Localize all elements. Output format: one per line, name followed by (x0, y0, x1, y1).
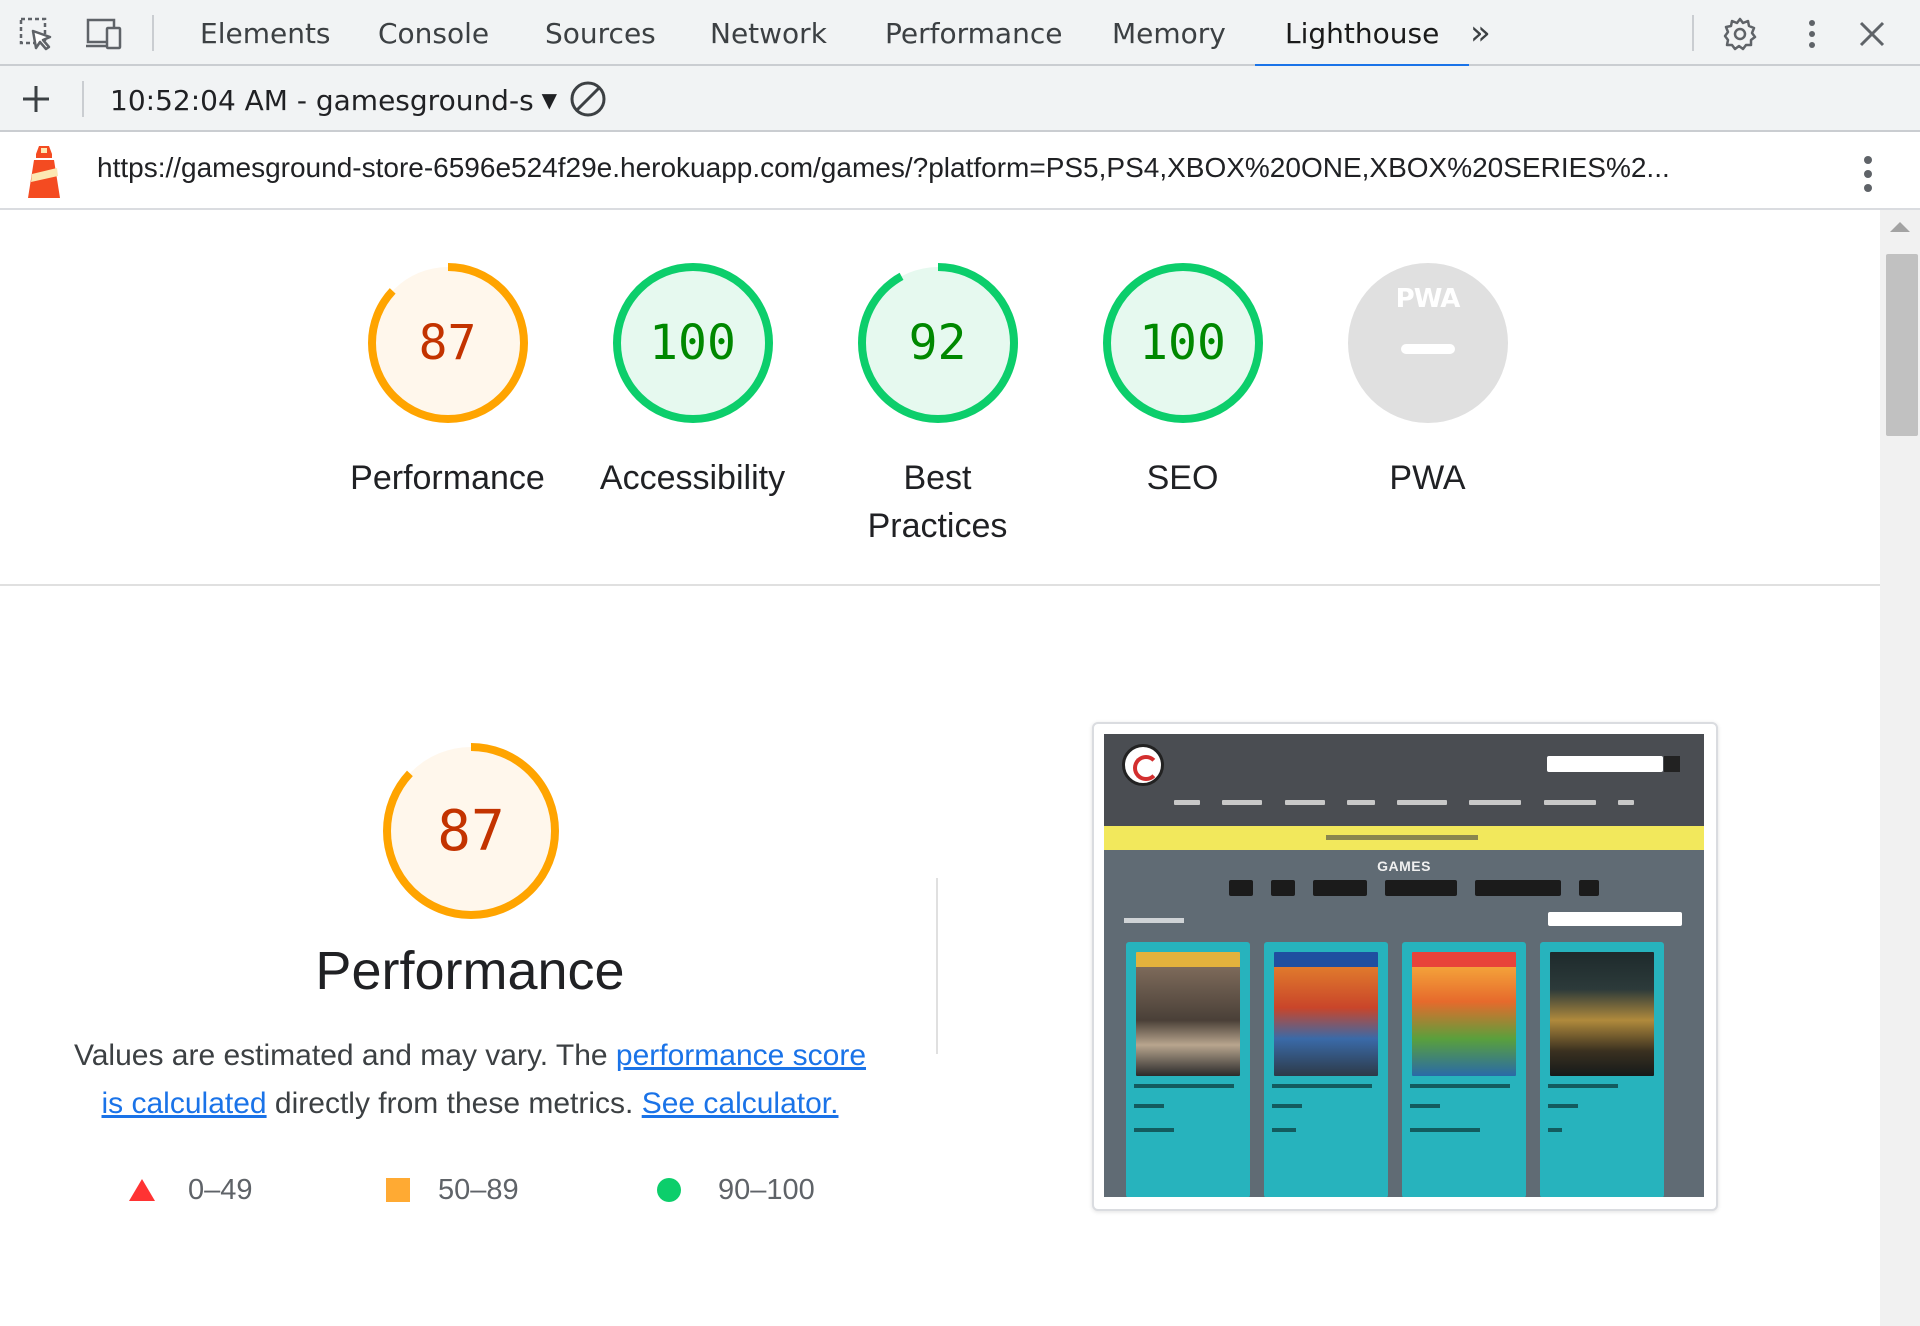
lighthouse-logo-icon (22, 144, 66, 205)
new-report-plus-icon[interactable] (16, 79, 56, 119)
screenshot-delivery-banner (1104, 826, 1704, 850)
triangle-fail-icon (129, 1179, 155, 1201)
gauge-label-line: Practices (867, 507, 1008, 545)
toolbar-separator (1692, 15, 1694, 51)
legend-average: 50–89 (386, 1170, 519, 1210)
settings-gear-icon[interactable] (1720, 14, 1760, 54)
legend-pass: 90–100 (656, 1170, 815, 1210)
screenshot-nav (1174, 800, 1634, 805)
screenshot-site-header (1104, 734, 1704, 826)
screenshot-product-card (1264, 942, 1388, 1197)
audited-url: https://gamesground-store-6596e524f29e.h… (97, 152, 1670, 183)
scrollbar-thumb[interactable] (1886, 254, 1918, 436)
device-toolbar-icon[interactable] (84, 14, 124, 54)
chevron-down-icon: ▼ (541, 88, 558, 112)
screenshot-games-heading: GAMES (1377, 858, 1431, 874)
screenshot-sort-select (1548, 912, 1682, 926)
gauge-label: SEO (1146, 459, 1219, 497)
url-options-icon[interactable] (1862, 154, 1874, 199)
circle-pass-icon (657, 1178, 681, 1202)
search-icon (1664, 756, 1680, 772)
gauge-performance[interactable]: 87 Performance (325, 258, 570, 502)
gauge-score: 100 (649, 315, 736, 371)
see-calculator-link[interactable]: See calculator. (642, 1087, 839, 1120)
legend-range: 0–49 (188, 1173, 253, 1206)
tab-console[interactable]: Console (378, 0, 489, 66)
scroll-up-arrow-icon[interactable] (1890, 222, 1910, 232)
page-screenshot-image: GAMES (1104, 734, 1704, 1197)
devtools-tab-bar: Elements Console Sources Network Perform… (0, 0, 1920, 68)
tab-elements[interactable]: Elements (200, 0, 331, 66)
performance-heading: Performance (315, 941, 625, 1001)
final-screenshot[interactable]: GAMES (1092, 722, 1718, 1211)
more-tabs-icon[interactable]: » (1470, 0, 1491, 66)
inspect-element-icon[interactable] (16, 14, 56, 54)
legend-range: 50–89 (438, 1173, 519, 1206)
report-selector-label: 10:52:04 AM - gamesground-s (110, 83, 534, 117)
tab-lighthouse[interactable]: Lighthouse (1254, 0, 1470, 68)
legend-range: 90–100 (718, 1173, 815, 1206)
clear-reports-icon[interactable] (568, 79, 608, 119)
close-devtools-icon[interactable] (1852, 14, 1892, 54)
screenshot-result-count (1124, 918, 1184, 923)
gauge-label: Best Practices (815, 454, 1060, 550)
gauge-best-practices[interactable]: 92 Best Practices (815, 258, 1060, 550)
screenshot-platform-filters (1229, 880, 1599, 896)
gauge-score: 87 (418, 315, 477, 371)
screenshot-product-card (1402, 942, 1526, 1197)
screenshot-product-card (1540, 942, 1664, 1197)
description-text: Values are estimated and may vary. The (73, 1039, 616, 1072)
more-options-icon[interactable] (1792, 14, 1832, 54)
square-average-icon (386, 1178, 410, 1202)
performance-description: Values are estimated and may vary. The p… (60, 1032, 880, 1128)
gauge-accessibility[interactable]: 100 Accessibility (570, 258, 815, 502)
gauge-label: PWA (1389, 459, 1466, 497)
gauge-pwa[interactable]: PWA PWA (1305, 258, 1550, 502)
tab-sources[interactable]: Sources (545, 0, 656, 66)
section-divider (0, 584, 1880, 586)
screenshot-search-field (1547, 756, 1663, 772)
legend-fail: 0–49 (128, 1170, 253, 1210)
screenshot-product-card (1126, 942, 1250, 1197)
tab-memory[interactable]: Memory (1112, 0, 1226, 66)
tab-network[interactable]: Network (710, 0, 827, 66)
gauge-score: 92 (908, 315, 967, 371)
tab-performance[interactable]: Performance (885, 0, 1062, 66)
gauge-label-line: Best (903, 459, 972, 497)
lighthouse-toolbar: 10:52:04 AM - gamesground-s ▼ (0, 66, 1920, 132)
report-selector[interactable]: 10:52:04 AM - gamesground-s ▼ (110, 80, 557, 120)
pwa-badge-text: PWA (1395, 284, 1461, 314)
gauge-seo[interactable]: 100 SEO (1060, 258, 1305, 502)
gauge-label: Accessibility (599, 459, 786, 497)
description-text: directly from these metrics. (266, 1087, 642, 1120)
performance-score-large: 87 (437, 798, 505, 864)
site-logo-icon (1122, 744, 1164, 786)
detail-separator (936, 878, 938, 1054)
toolbar-separator (152, 15, 154, 51)
report-url-bar: https://gamesground-store-6596e524f29e.h… (0, 132, 1920, 210)
gauge-score: 100 (1139, 315, 1226, 371)
toolbar-separator (82, 81, 84, 117)
gauge-label: Performance (350, 459, 545, 497)
performance-gauge-large: 87 (378, 738, 564, 924)
